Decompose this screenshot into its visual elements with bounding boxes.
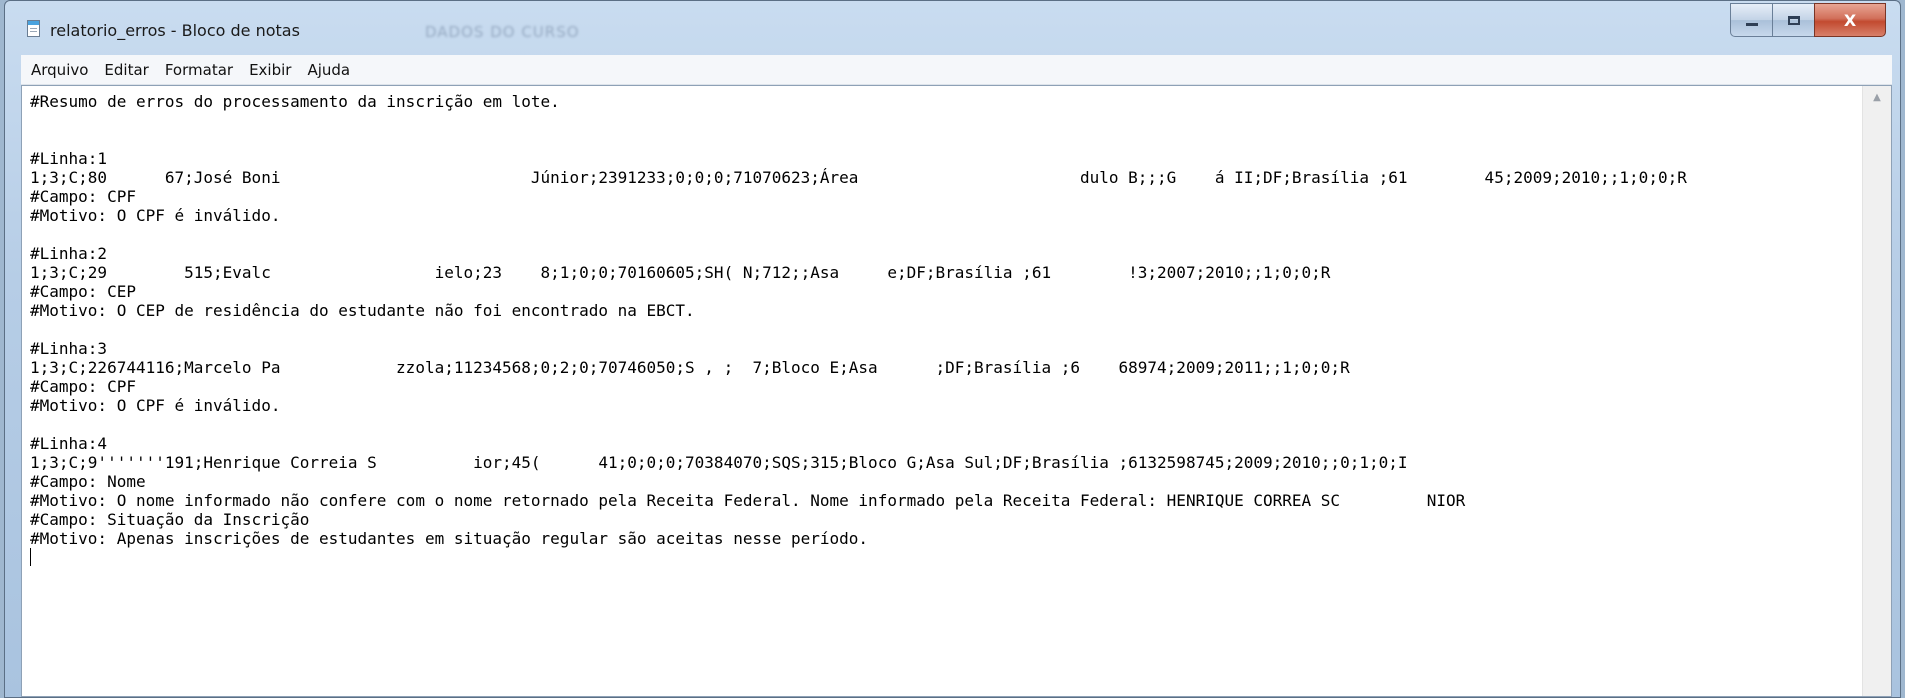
document-line: 1;3;C;9'''''''191;Henrique Correia S ior…: [30, 453, 1408, 472]
notepad-icon: [27, 20, 40, 37]
vertical-scrollbar[interactable]: ▲: [1862, 86, 1891, 696]
document-line: 1;3;C;226744116;Marcelo Pa zzola;1123456…: [30, 358, 1350, 377]
document-line: #Campo: CEP: [30, 282, 136, 301]
close-icon: X: [1843, 10, 1857, 30]
text-editor[interactable]: #Resumo de erros do processamento da ins…: [21, 85, 1892, 697]
document-line: #Campo: CPF: [30, 187, 136, 206]
text-caret: [30, 548, 31, 566]
menu-bar: Arquivo Editar Formatar Exibir Ajuda: [21, 55, 1892, 85]
document-line: #Campo: CPF: [30, 377, 136, 396]
document-line: #Linha:2: [30, 244, 108, 263]
document-text[interactable]: #Resumo de erros do processamento da ins…: [30, 92, 1861, 567]
maximize-button[interactable]: [1772, 3, 1814, 37]
minimize-icon: [1745, 22, 1758, 26]
maximize-icon: [1787, 15, 1800, 25]
window-title: relatorio_erros - Bloco de notas: [50, 21, 300, 40]
document-line: #Linha:3: [30, 339, 108, 358]
document-line: 1;3;C;80 67;José Boni Júnior;2391233;0;0…: [30, 168, 1687, 187]
menu-exibir[interactable]: Exibir: [249, 61, 291, 79]
title-bar[interactable]: relatorio_erros - Bloco de notas DADOS D…: [5, 1, 1900, 55]
document-line: #Motivo: O CPF é inválido.: [30, 206, 281, 225]
document-line: #Motivo: O nome informado não confere co…: [30, 491, 1466, 510]
caret-line: [30, 548, 1861, 567]
document-line: #Resumo de erros do processamento da ins…: [30, 92, 560, 111]
menu-editar[interactable]: Editar: [104, 61, 148, 79]
document-line: #Motivo: Apenas inscrições de estudantes…: [30, 529, 869, 548]
document-line: 1;3;C;29 515;Evalc ielo;23 8;1;0;0;70160…: [30, 263, 1331, 282]
document-line: #Campo: Situação da Inscrição: [30, 510, 310, 529]
close-button[interactable]: X: [1814, 3, 1886, 37]
menu-ajuda[interactable]: Ajuda: [307, 61, 350, 79]
document-line: #Campo: Nome: [30, 472, 146, 491]
document-line: #Motivo: O CEP de residência do estudant…: [30, 301, 695, 320]
background-window-title: DADOS DO CURSO: [425, 23, 580, 41]
minimize-button[interactable]: [1730, 3, 1772, 37]
document-line: #Linha:1: [30, 149, 108, 168]
document-line: #Motivo: O CPF é inválido.: [30, 396, 281, 415]
document-line: #Linha:4: [30, 434, 108, 453]
notepad-window: relatorio_erros - Bloco de notas DADOS D…: [4, 0, 1901, 698]
caption-buttons: X: [1730, 3, 1886, 37]
scroll-up-arrow-icon[interactable]: ▲: [1863, 86, 1891, 108]
menu-arquivo[interactable]: Arquivo: [31, 61, 88, 79]
menu-formatar[interactable]: Formatar: [165, 61, 233, 79]
